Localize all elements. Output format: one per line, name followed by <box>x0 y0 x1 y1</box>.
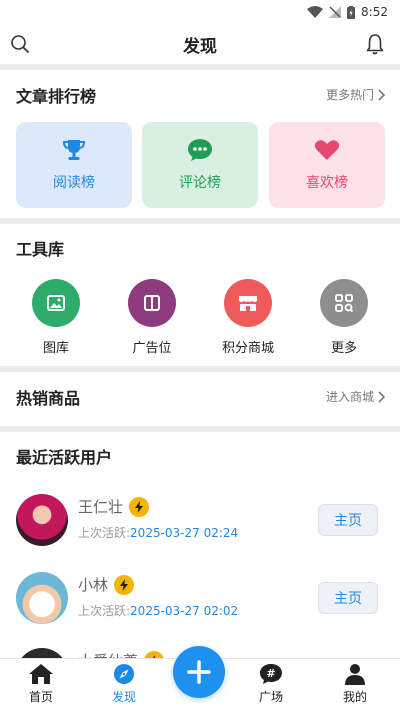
hot-products-section: 热销商品 进入商城 <box>0 372 400 426</box>
lightning-icon <box>129 496 150 517</box>
status-time: 8:52 <box>361 5 388 19</box>
wifi-icon <box>307 6 324 18</box>
rank-card-read-label: 阅读榜 <box>53 175 95 191</box>
comment-icon <box>188 139 212 161</box>
store-icon <box>239 296 257 311</box>
last-active-time: 2025-03-27 02:24 <box>130 526 239 540</box>
rank-card-like-label: 喜欢榜 <box>306 175 348 191</box>
avatar[interactable] <box>16 494 68 546</box>
plus-icon <box>187 660 211 684</box>
add-post-button[interactable] <box>173 646 225 698</box>
rank-card-read[interactable]: 阅读榜 <box>16 122 132 208</box>
last-active-time: 2025-03-27 02:02 <box>130 604 239 618</box>
heart-icon <box>314 140 340 160</box>
bell-icon[interactable] <box>366 33 384 59</box>
image-icon <box>47 295 65 311</box>
list-item[interactable]: 王仁壮 上次活跃:2025-03-27 02:24 主页 <box>0 484 400 556</box>
tool-points-mall[interactable]: 积分商城 <box>208 279 288 356</box>
lightning-icon <box>114 574 135 595</box>
lightning-icon <box>144 650 165 658</box>
compass-icon <box>114 664 134 684</box>
tool-more-label: 更多 <box>330 341 357 356</box>
battery-icon <box>347 5 356 19</box>
tab-mine-label: 我的 <box>342 690 367 704</box>
tool-points-mall-badge <box>224 279 272 327</box>
tool-ad-slot-label: 广告位 <box>132 341 172 356</box>
tool-more-badge <box>320 279 368 327</box>
svg-text:#: # <box>266 667 275 680</box>
ranking-title: 文章排行榜 <box>16 87 97 106</box>
hot-products-title: 热销商品 <box>16 389 81 408</box>
grid-search-icon <box>335 294 353 312</box>
tab-discover[interactable]: 发现 <box>94 663 154 705</box>
list-item[interactable]: 小林 上次活跃:2025-03-27 02:02 主页 <box>0 562 400 634</box>
page-title: 发现 <box>183 36 217 57</box>
tool-more[interactable]: 更多 <box>304 279 384 356</box>
book-icon <box>144 295 160 311</box>
rank-card-comment[interactable]: 评论榜 <box>142 122 258 208</box>
avatar[interactable] <box>16 648 68 658</box>
chevron-right-icon <box>378 390 386 403</box>
tool-ad-slot[interactable]: 广告位 <box>112 279 192 356</box>
tab-square-label: 广场 <box>258 690 283 704</box>
active-users-section: 最近活跃用户 王仁壮 上次活跃:2025-03-27 02:24 主页 小林 上… <box>0 432 400 658</box>
tool-gallery-badge <box>32 279 80 327</box>
more-hot-link[interactable]: 更多热门 <box>326 86 386 103</box>
tab-home-label: 首页 <box>28 690 53 704</box>
user-name: 小林 <box>78 576 109 594</box>
tab-home[interactable]: 首页 <box>11 663 71 705</box>
active-users-title: 最近活跃用户 <box>16 448 113 467</box>
enter-mall-label: 进入商城 <box>325 390 374 404</box>
last-active-label: 上次活跃: <box>78 604 131 618</box>
homepage-button[interactable]: 主页 <box>318 582 378 614</box>
tool-gallery[interactable]: 图库 <box>16 279 96 356</box>
last-active: 上次活跃:2025-03-27 02:24 <box>78 524 238 541</box>
ranking-section: 文章排行榜 更多热门 阅读榜 评论榜 喜欢榜 <box>0 70 400 218</box>
tools-title: 工具库 <box>16 240 65 259</box>
trophy-icon <box>62 140 86 160</box>
avatar[interactable] <box>16 572 68 624</box>
enter-mall-link[interactable]: 进入商城 <box>326 388 386 405</box>
user-name-group: 小林 <box>78 574 135 595</box>
tool-points-mall-label: 积分商城 <box>221 341 274 356</box>
tools-section: 工具库 图库 广告位 积分商城 更多 <box>0 224 400 366</box>
home-icon <box>29 664 53 684</box>
user-name-group: 大爱仙尊 <box>78 650 165 658</box>
more-hot-label: 更多热门 <box>325 88 374 102</box>
last-active: 上次活跃:2025-03-27 02:02 <box>78 602 238 619</box>
user-name-group: 王仁壮 <box>78 496 150 517</box>
tab-mine[interactable]: 我的 <box>325 663 385 705</box>
no-signal-icon <box>329 6 342 18</box>
tool-ad-slot-badge <box>128 279 176 327</box>
tool-gallery-label: 图库 <box>42 341 69 356</box>
status-bar: 8:52 <box>0 0 400 24</box>
user-icon <box>345 664 365 685</box>
rank-card-like[interactable]: 喜欢榜 <box>269 122 385 208</box>
homepage-button[interactable]: 主页 <box>318 504 378 536</box>
last-active-label: 上次活跃: <box>78 526 131 540</box>
search-icon[interactable] <box>10 34 30 58</box>
chevron-right-icon <box>378 88 386 101</box>
tab-discover-label: 发现 <box>111 690 136 704</box>
rank-card-comment-label: 评论榜 <box>179 175 221 191</box>
top-bar: 发现 <box>0 24 400 64</box>
user-name: 王仁壮 <box>78 498 124 516</box>
hashtag-chat-icon: # <box>260 664 282 684</box>
tab-square[interactable]: # 广场 <box>241 663 301 705</box>
user-name: 大爱仙尊 <box>78 650 138 658</box>
